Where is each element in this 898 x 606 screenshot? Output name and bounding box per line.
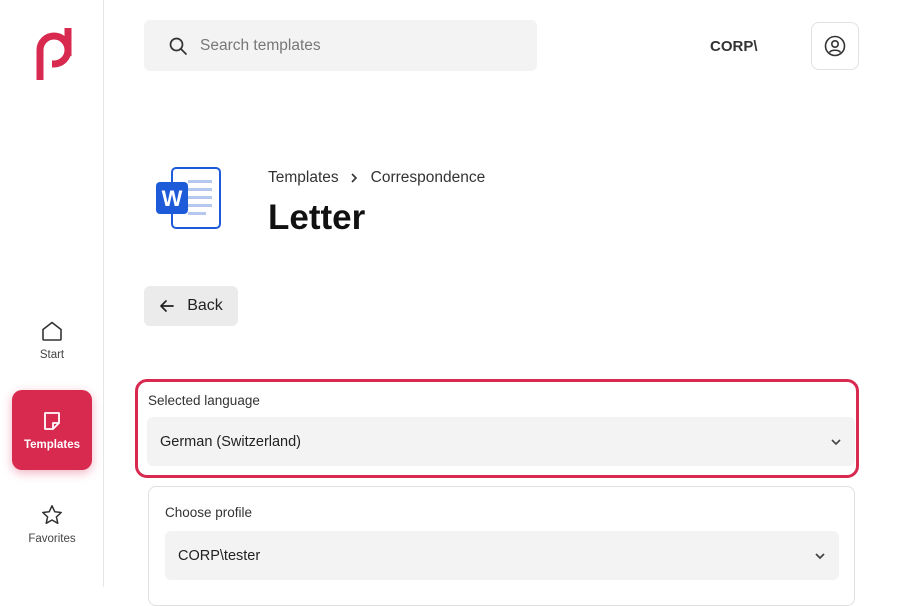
sidebar-item-label: Favorites (28, 533, 76, 545)
search-icon (169, 37, 187, 55)
sidebar-item-label: Start (39, 349, 65, 361)
chevron-down-icon (831, 438, 841, 445)
profile-select-value: CORP\tester (178, 547, 261, 564)
profile-select[interactable]: CORP\tester (165, 531, 839, 580)
user-profile-button[interactable] (811, 22, 859, 70)
breadcrumb-correspondence[interactable]: Correspondence (371, 169, 486, 187)
sidebar-item-start[interactable]: Start (12, 300, 92, 380)
breadcrumb: Templates Correspondence (268, 169, 485, 187)
profile-section: Choose profile CORP\tester (148, 486, 855, 606)
star-icon (42, 505, 62, 525)
back-button[interactable]: Back (144, 286, 238, 326)
chevron-down-icon (815, 552, 825, 559)
brand-logo[interactable] (34, 26, 74, 82)
template-icon (44, 412, 60, 430)
back-button-label: Back (187, 297, 223, 314)
sidebar-item-label: Templates (23, 439, 81, 451)
account-label: CORP\ (710, 38, 758, 55)
language-section: Selected language German (Switzerland) (135, 379, 859, 478)
word-document-icon: W (156, 167, 221, 229)
breadcrumb-templates[interactable]: Templates (268, 169, 339, 187)
language-select-value: German (Switzerland) (160, 433, 302, 450)
sidebar: Start Templates Favorites (0, 0, 104, 587)
language-label: Selected language (148, 393, 260, 408)
svg-text:W: W (162, 186, 183, 211)
language-select[interactable]: German (Switzerland) (147, 417, 855, 466)
profile-label: Choose profile (165, 505, 253, 520)
sidebar-item-favorites[interactable]: Favorites (12, 484, 92, 564)
search-bar[interactable] (144, 20, 537, 71)
home-icon (42, 321, 62, 341)
chevron-right-icon (351, 173, 357, 183)
arrow-left-icon (160, 300, 175, 312)
search-input[interactable] (198, 35, 502, 56)
page-title: Letter (268, 198, 366, 237)
user-icon (824, 35, 846, 57)
sidebar-item-templates[interactable]: Templates (12, 390, 92, 470)
